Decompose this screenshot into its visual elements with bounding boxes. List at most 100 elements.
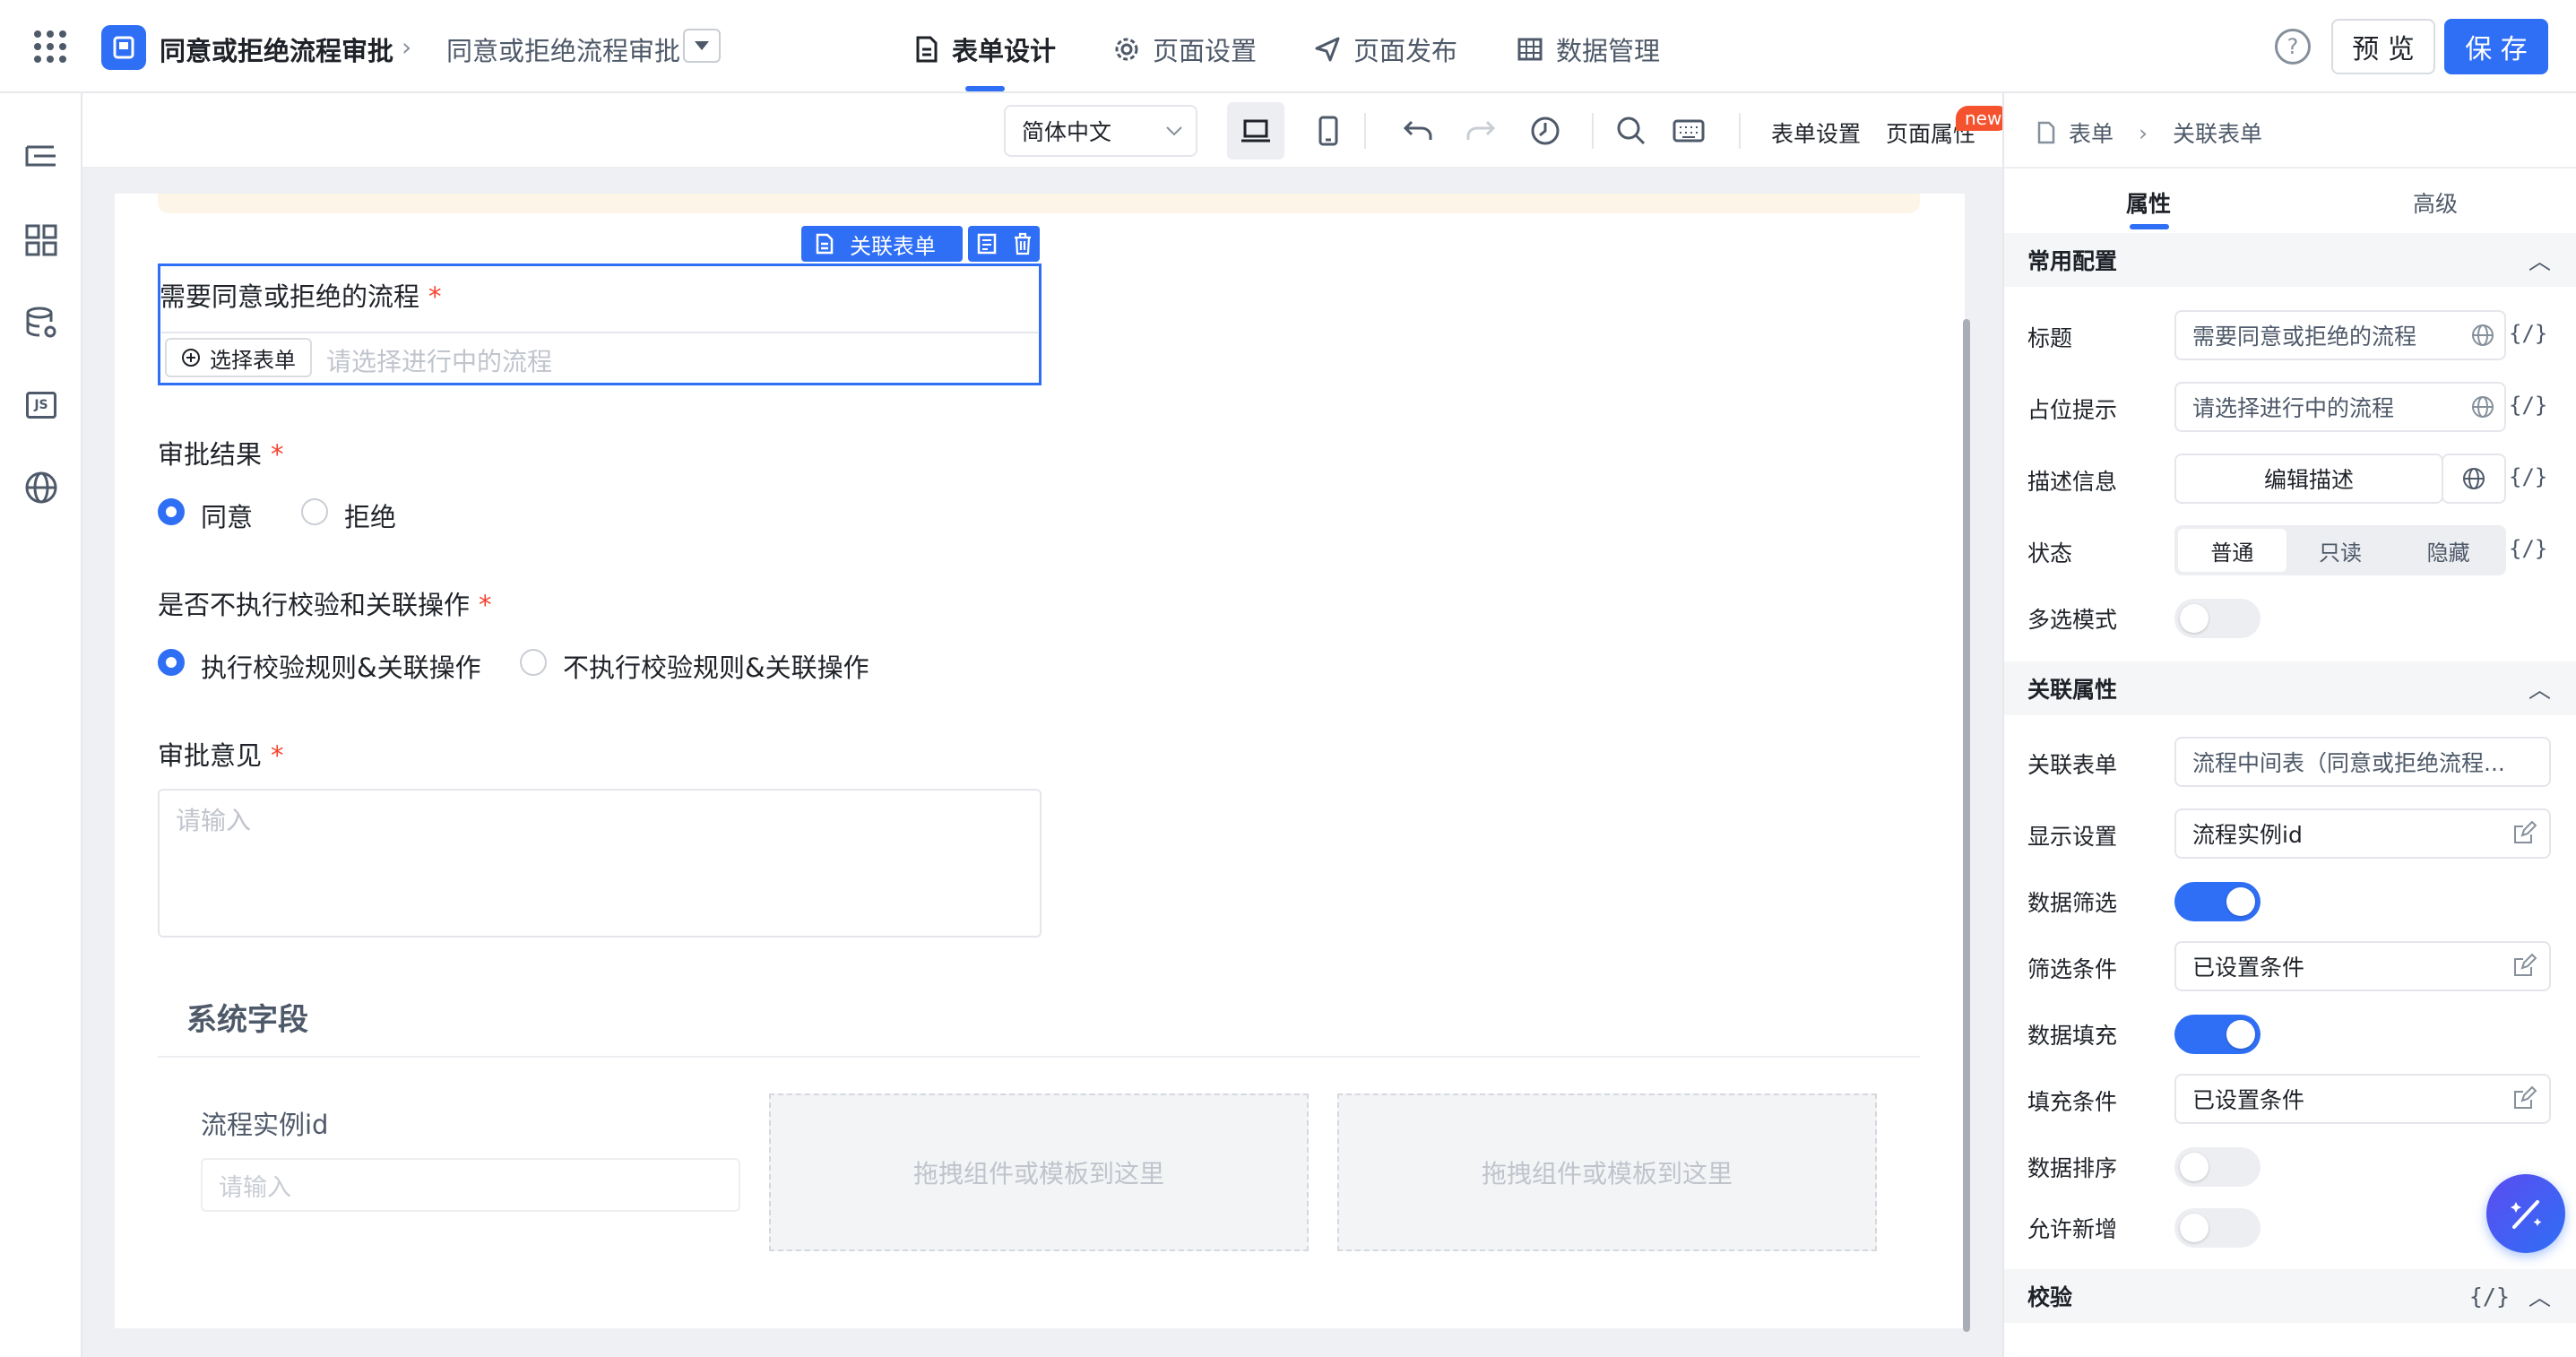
trash-icon[interactable]	[1013, 232, 1033, 255]
assoc-form-value: 流程中间表（同意或拒绝流程...	[2192, 750, 2505, 776]
radio-agree[interactable]	[158, 498, 185, 525]
field-label-skip-validation: 是否不执行校验和关联操作 *	[158, 590, 492, 620]
dropzone-2[interactable]: 拖拽组件或模板到这里	[1337, 1093, 1877, 1251]
section-validation[interactable]: 校验 {/} ︿	[2004, 1269, 2576, 1323]
tab-page-publish-label: 页面发布	[1353, 36, 1458, 66]
radio-reject-label[interactable]: 拒绝	[344, 497, 396, 534]
tab-data-management[interactable]: 数据管理	[1517, 30, 1660, 68]
approval-comment-textarea[interactable]: 请输入	[158, 789, 1042, 938]
ai-assistant-button[interactable]	[2486, 1174, 2565, 1253]
fill-condition-input[interactable]: 已设置条件	[2174, 1074, 2551, 1124]
edit-description-button[interactable]: 编辑描述	[2174, 454, 2443, 504]
mobile-view-icon[interactable]	[1309, 111, 1348, 151]
tab-page-publish[interactable]: 页面发布	[1314, 30, 1457, 68]
javascript-icon[interactable]: JS	[22, 385, 61, 425]
preview-button[interactable]: 预 览	[2331, 19, 2435, 74]
language-select[interactable]: 简体中文	[1004, 105, 1197, 157]
help-icon[interactable]: ?	[2275, 29, 2311, 65]
chevron-up-icon: ︿	[2528, 1284, 2551, 1310]
field-label-approval-result: 审批结果 *	[158, 439, 284, 470]
field-label-approval-comment: 审批意见 *	[158, 740, 284, 771]
datasource-icon[interactable]	[22, 303, 61, 342]
save-button[interactable]: 保 存	[2444, 19, 2548, 74]
canvas-scrollbar[interactable]	[1963, 319, 1970, 1332]
breadcrumb-current[interactable]: 同意或拒绝流程审批	[446, 30, 680, 68]
selected-component-name: 关联表单	[850, 233, 936, 259]
document-icon	[2037, 121, 2055, 144]
radio-reject[interactable]	[301, 498, 328, 525]
selected-component-badge[interactable]: 关联表单	[801, 226, 963, 262]
undo-icon[interactable]	[1398, 111, 1438, 151]
edit-icon[interactable]	[2511, 1086, 2537, 1111]
globe-icon[interactable]	[2470, 394, 2495, 419]
keyboard-icon[interactable]	[1669, 111, 1708, 151]
data-sort-toggle[interactable]	[2174, 1147, 2260, 1187]
filter-condition-input[interactable]: 已设置条件	[2174, 941, 2551, 991]
app-title[interactable]: 同意或拒绝流程审批	[160, 30, 393, 68]
outline-tree-icon[interactable]	[22, 138, 61, 177]
form-settings-link[interactable]: 表单设置	[1771, 117, 1861, 149]
dropzone-1[interactable]: 拖拽组件或模板到这里	[769, 1093, 1309, 1251]
tab-form-design[interactable]: 表单设计	[914, 30, 1056, 68]
apps-grid-icon[interactable]	[34, 30, 66, 63]
display-settings-input[interactable]: 流程实例id	[2174, 808, 2551, 859]
state-option-readonly[interactable]: 只读	[2286, 535, 2395, 566]
choose-form-label: 选择表单	[210, 347, 296, 373]
description-i18n-button[interactable]	[2442, 454, 2506, 504]
copy-icon[interactable]	[976, 232, 998, 255]
assoc-form-select[interactable]: 流程中间表（同意或拒绝流程...	[2174, 737, 2551, 787]
section-association[interactable]: 关联属性 ︿	[2004, 661, 2576, 715]
prop-placeholder-label: 占位提示	[2027, 397, 2118, 423]
data-filter-toggle[interactable]	[2174, 882, 2260, 921]
prop-description-label: 描述信息	[2027, 469, 2118, 495]
tab-page-settings[interactable]: 页面设置	[1113, 30, 1257, 68]
prop-title-input[interactable]: 需要同意或拒绝的流程	[2174, 310, 2506, 360]
placeholder-code-icon[interactable]: {/}	[2509, 393, 2547, 418]
form-icon	[816, 233, 834, 255]
section-common-config[interactable]: 常用配置 ︿	[2004, 233, 2576, 287]
panel-breadcrumb-root[interactable]: 表单	[2069, 117, 2114, 149]
radio-skip-validation[interactable]	[520, 649, 547, 676]
properties-panel: 表单 › 关联表单 属性 高级 常用配置 ︿ 标题 需要同意或拒绝的流程 {/} …	[2002, 93, 2576, 1357]
process-instance-id-input[interactable]: 请输入	[201, 1158, 740, 1212]
laptop-icon	[1241, 119, 1270, 143]
radio-execute-validation[interactable]	[158, 649, 185, 676]
redo-icon[interactable]	[1461, 111, 1500, 151]
prop-allow-add-label: 允许新增	[2027, 1216, 2118, 1242]
tab-advanced[interactable]: 高级	[2413, 186, 2458, 219]
prop-fill-label: 数据填充	[2027, 1023, 2118, 1049]
process-instance-id-placeholder: 请输入	[219, 1173, 291, 1202]
state-code-icon[interactable]: {/}	[2509, 536, 2547, 561]
choose-form-button[interactable]: 选择表单	[165, 338, 312, 377]
search-icon[interactable]	[1612, 111, 1651, 151]
edit-icon[interactable]	[2511, 954, 2537, 979]
globe-icon[interactable]	[22, 468, 61, 507]
panel-breadcrumb: 表单 › 关联表单	[2036, 117, 2262, 149]
globe-icon	[2463, 468, 2485, 489]
radio-skip-validation-label[interactable]: 不执行校验规则&关联操作	[563, 647, 869, 685]
tab-properties[interactable]: 属性	[2126, 186, 2171, 219]
page-dropdown-button[interactable]	[683, 29, 721, 63]
title-code-icon[interactable]: {/}	[2509, 321, 2547, 346]
plus-circle-icon	[182, 349, 200, 367]
state-option-normal[interactable]: 普通	[2178, 529, 2286, 572]
radio-agree-label[interactable]: 同意	[201, 497, 253, 534]
toolbar-divider	[1364, 113, 1366, 149]
data-fill-toggle[interactable]	[2174, 1015, 2260, 1054]
validation-code-icon[interactable]: {/}	[2469, 1284, 2510, 1309]
description-code-icon[interactable]: {/}	[2509, 464, 2547, 489]
desktop-view-button[interactable]	[1227, 102, 1284, 160]
prop-placeholder-input[interactable]: 请选择进行中的流程	[2174, 382, 2506, 432]
allow-add-toggle[interactable]	[2174, 1208, 2260, 1248]
history-clock-icon[interactable]	[1526, 111, 1565, 151]
components-grid-icon[interactable]	[22, 220, 61, 260]
radio-execute-validation-label[interactable]: 执行校验规则&关联操作	[201, 647, 481, 685]
design-canvas: 关联表单 需要同意或拒绝的流程 * 选择表单 请选择进行中的流程 审批结果 * 同意…	[82, 169, 2002, 1357]
state-segmented-control: 普通 只读 隐藏	[2174, 525, 2506, 575]
state-option-hidden[interactable]: 隐藏	[2394, 535, 2503, 566]
prop-display-label: 显示设置	[2027, 824, 2118, 850]
multi-select-toggle[interactable]	[2174, 599, 2260, 638]
globe-icon[interactable]	[2470, 323, 2495, 348]
send-icon	[1315, 37, 1340, 62]
edit-icon[interactable]	[2511, 821, 2537, 846]
